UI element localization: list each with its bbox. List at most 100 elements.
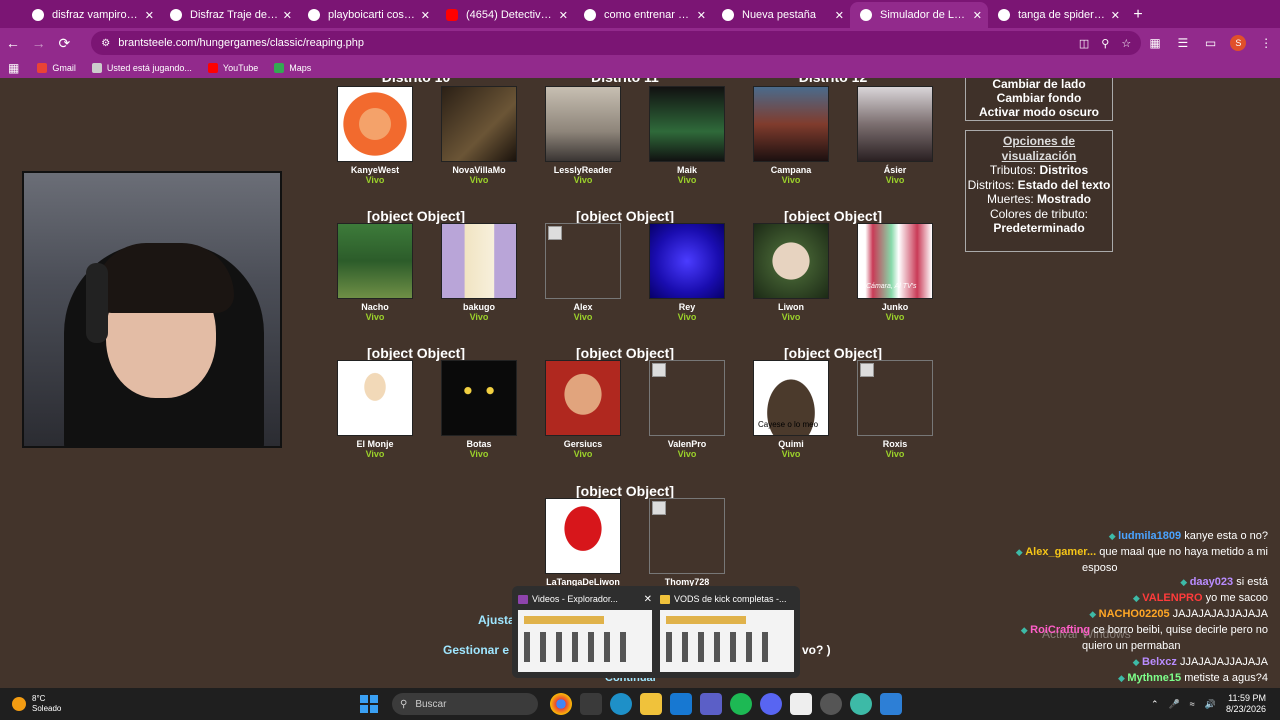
tribute-card[interactable]: Cayese o lo meo Quimi Vivo bbox=[752, 360, 830, 459]
preview-window-1[interactable]: Videos - Explorador... ✕ bbox=[518, 592, 652, 672]
bottom-text-2b[interactable]: vo? ) bbox=[802, 643, 831, 657]
tribute-card[interactable]: El Monje Vivo bbox=[336, 360, 414, 459]
bookmark-star-icon[interactable]: ☆ bbox=[1121, 37, 1131, 50]
chat-username[interactable]: Mythme15 bbox=[1127, 672, 1181, 684]
browser-tab[interactable]: Nueva pestaña ✕ bbox=[712, 2, 850, 28]
apps-grid-icon[interactable]: ▦ bbox=[8, 61, 19, 75]
chrome-icon[interactable] bbox=[550, 693, 572, 715]
media-icon[interactable]: ☰ bbox=[1169, 36, 1197, 50]
clock[interactable]: 11:59 PM 8/23/2026 bbox=[1226, 693, 1266, 715]
extensions-icon[interactable]: ▦ bbox=[1141, 36, 1169, 50]
translate-icon[interactable]: ◫ bbox=[1079, 37, 1089, 50]
tribute-card[interactable]: NovaVillaMo Vivo bbox=[440, 86, 518, 185]
app-icon[interactable] bbox=[850, 693, 872, 715]
close-tab-icon[interactable]: ✕ bbox=[1111, 9, 1120, 22]
bookmark-item[interactable]: Gmail bbox=[37, 63, 76, 73]
bookmark-item[interactable]: Maps bbox=[274, 63, 311, 73]
tribute-card[interactable]: LesslyReader Vivo bbox=[544, 86, 622, 185]
tribute-card[interactable]: Rey Vivo bbox=[648, 223, 726, 322]
close-tab-icon[interactable]: ✕ bbox=[973, 9, 982, 22]
edge-icon[interactable] bbox=[610, 693, 632, 715]
zoom-icon[interactable]: ⚲ bbox=[1101, 37, 1109, 50]
obs-icon[interactable] bbox=[820, 693, 842, 715]
windows-start-icon[interactable] bbox=[360, 695, 378, 713]
reload-icon[interactable]: ⟳ bbox=[52, 35, 78, 52]
tribute-card[interactable]: Maik Vivo bbox=[648, 86, 726, 185]
bottom-text-1[interactable]: Ajusta bbox=[478, 613, 515, 627]
browser-tab[interactable]: Simulador de Los Juegos✕ bbox=[850, 2, 988, 28]
microphone-icon[interactable]: 🎤 bbox=[1169, 699, 1180, 710]
visualization-title[interactable]: Opciones de visualización bbox=[994, 134, 1084, 163]
chat-username[interactable]: Alex_gamer... bbox=[1025, 546, 1096, 558]
capcut-icon[interactable] bbox=[790, 693, 812, 715]
tribute-card[interactable]: Liwon Vivo bbox=[752, 223, 830, 322]
viz-row-tributes[interactable]: Tributos: Distritos bbox=[966, 163, 1112, 178]
mail-icon[interactable] bbox=[670, 693, 692, 715]
store-icon[interactable] bbox=[580, 693, 602, 715]
browser-tab[interactable]: tanga de spiderman - Buscar✕ bbox=[988, 2, 1126, 28]
teams-icon[interactable] bbox=[700, 693, 722, 715]
weather-widget[interactable]: 8°C Soleado bbox=[0, 694, 360, 714]
new-tab-button[interactable]: + bbox=[1126, 2, 1150, 28]
close-tab-icon[interactable]: ✕ bbox=[697, 9, 706, 22]
bookmark-item[interactable]: YouTube bbox=[207, 63, 258, 73]
chat-username[interactable]: VALENPRO bbox=[1142, 592, 1202, 604]
tribute-card[interactable]: Alex Vivo bbox=[544, 223, 622, 322]
browser-tab[interactable]: disfraz vampiros - Buscar✕ bbox=[22, 2, 160, 28]
tribute-card[interactable]: bakugo Vivo bbox=[440, 223, 518, 322]
file-explorer-icon[interactable] bbox=[640, 693, 662, 715]
change-side-link[interactable]: Cambiar de lado bbox=[966, 78, 1112, 91]
chat-username[interactable]: ludmila1809 bbox=[1118, 530, 1181, 542]
close-icon[interactable]: ✕ bbox=[644, 594, 652, 605]
bottom-text-2a[interactable]: Gestionar e bbox=[443, 643, 509, 657]
change-background-link[interactable]: Cambiar fondo bbox=[966, 91, 1112, 105]
tribute-card[interactable]: KanyeWest Vivo bbox=[336, 86, 414, 185]
tribute-card[interactable]: Thomy728 bbox=[648, 498, 726, 587]
back-arrow-icon[interactable]: ← bbox=[0, 35, 26, 51]
tribute-card[interactable]: Ásier Vivo bbox=[856, 86, 934, 185]
discord-icon[interactable] bbox=[760, 693, 782, 715]
chevron-up-icon[interactable]: ⌃ bbox=[1151, 699, 1159, 710]
site-info-icon[interactable]: ⚙ bbox=[101, 38, 110, 49]
viz-row-deaths[interactable]: Muertes: Mostrado bbox=[966, 192, 1112, 207]
chat-username[interactable]: daay023 bbox=[1190, 576, 1233, 588]
taskbar-search[interactable]: ⚲ Buscar bbox=[392, 693, 538, 715]
wifi-icon[interactable]: ≈ bbox=[1190, 699, 1195, 709]
chat-username[interactable]: RoiCrafting bbox=[1030, 624, 1090, 636]
chat-username[interactable]: NACHO02205 bbox=[1099, 608, 1170, 620]
close-tab-icon[interactable]: ✕ bbox=[559, 9, 568, 22]
close-tab-icon[interactable]: ✕ bbox=[835, 9, 844, 22]
browser-tab[interactable]: Disfraz Traje de Vampiro✕ bbox=[160, 2, 298, 28]
volume-icon[interactable]: 🔊 bbox=[1205, 699, 1216, 710]
dark-mode-link[interactable]: Activar modo oscuro bbox=[966, 105, 1112, 119]
close-tab-icon[interactable]: ✕ bbox=[421, 9, 430, 22]
viz-row-colors[interactable]: Colores de tributo: Predeterminado bbox=[966, 207, 1112, 236]
tribute-card[interactable]: Nacho Vivo bbox=[336, 223, 414, 322]
tribute-card[interactable]: Cámara, Al TV's Junko Vivo bbox=[856, 223, 934, 322]
preview-image-2 bbox=[660, 610, 794, 672]
tribute-status: Vivo bbox=[677, 175, 697, 185]
tribute-card[interactable]: Campana Vivo bbox=[752, 86, 830, 185]
sidebar-icon[interactable]: ▭ bbox=[1197, 36, 1225, 50]
close-tab-icon[interactable]: ✕ bbox=[283, 9, 292, 22]
paint-icon[interactable] bbox=[880, 693, 902, 715]
site-icon bbox=[170, 9, 182, 21]
tribute-card[interactable]: Gersiucs Vivo bbox=[544, 360, 622, 459]
forward-arrow-icon[interactable]: → bbox=[26, 35, 52, 51]
menu-kebab-icon[interactable]: ⋮ bbox=[1252, 36, 1280, 50]
address-bar[interactable]: ⚙ brantsteele.com/hungergames/classic/re… bbox=[91, 31, 1142, 55]
tribute-card[interactable]: Botas Vivo bbox=[440, 360, 518, 459]
close-tab-icon[interactable]: ✕ bbox=[145, 9, 154, 22]
profile-avatar[interactable]: S bbox=[1230, 35, 1247, 51]
tribute-card[interactable]: ValenPro Vivo bbox=[648, 360, 726, 459]
browser-tab[interactable]: como entrenar a tu dragón✕ bbox=[574, 2, 712, 28]
browser-tab[interactable]: (4654) Detective Back...✕ bbox=[436, 2, 574, 28]
spotify-icon[interactable] bbox=[730, 693, 752, 715]
viz-row-districts[interactable]: Distritos: Estado del texto bbox=[966, 178, 1112, 193]
bookmark-item[interactable]: Usted está jugando... bbox=[91, 63, 192, 73]
preview-window-2[interactable]: VODS de kick completas -... bbox=[660, 592, 794, 672]
tribute-card[interactable]: LaTangaDeLiwon bbox=[544, 498, 622, 587]
chat-username[interactable]: Belxcz bbox=[1142, 656, 1177, 668]
tribute-card[interactable]: Roxis Vivo bbox=[856, 360, 934, 459]
browser-tab[interactable]: playboicarti cosplay - Buscar✕ bbox=[298, 2, 436, 28]
